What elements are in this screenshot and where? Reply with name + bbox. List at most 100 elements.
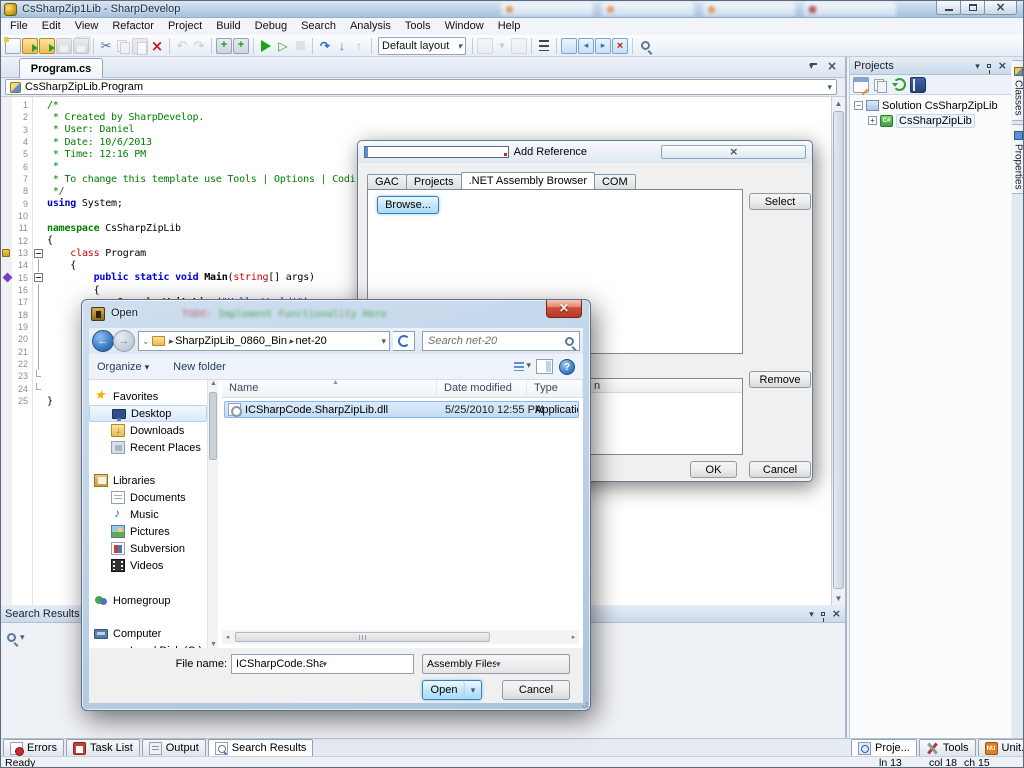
edit-form-icon[interactable] <box>853 77 869 93</box>
side-tab-classes[interactable]: Classes <box>1012 60 1024 121</box>
menu-help[interactable]: Help <box>491 18 528 35</box>
quick-find-icon[interactable] <box>637 38 653 54</box>
close-icon[interactable] <box>832 608 841 620</box>
file-name-combo[interactable]: ICSharpCode.SharpZipLib.dll <box>231 654 414 674</box>
class-browser-icon[interactable] <box>910 77 926 93</box>
remove-button[interactable]: Remove <box>749 371 811 388</box>
search-filter[interactable] <box>7 631 25 643</box>
ok-button[interactable]: OK <box>690 461 737 478</box>
open-with-icon[interactable] <box>39 38 55 54</box>
new-folder-button[interactable]: New folder <box>173 361 226 373</box>
sidebar-item-videos[interactable]: Videos <box>89 557 207 574</box>
pin-icon[interactable] <box>821 612 825 616</box>
sidebar-item-recent-places[interactable]: Recent Places <box>89 439 207 456</box>
menu-build[interactable]: Build <box>209 18 247 35</box>
bookmark-next-icon[interactable] <box>595 38 611 54</box>
help-icon[interactable] <box>559 359 575 375</box>
comment-region-icon[interactable] <box>477 38 493 54</box>
tab-gac[interactable]: GAC <box>367 174 407 189</box>
build-icon[interactable] <box>216 38 232 54</box>
pin-icon[interactable] <box>987 64 991 68</box>
sidebar-item-music[interactable]: Music <box>89 506 207 523</box>
scrollbar-thumb[interactable] <box>235 632 490 642</box>
close-button[interactable] <box>984 1 1017 15</box>
cut-icon[interactable] <box>98 38 114 54</box>
editor-vertical-scrollbar[interactable]: ▲ ▼ <box>831 97 845 605</box>
file-row[interactable]: ICSharpCode.SharpZipLib.dll 5/25/2010 12… <box>224 401 579 418</box>
step-into-icon[interactable] <box>334 38 350 54</box>
new-file-icon[interactable] <box>5 38 21 54</box>
sidebar-item-homegroup[interactable]: Homegroup <box>89 592 207 609</box>
show-all-files-icon[interactable] <box>872 77 888 93</box>
tab-tools[interactable]: Tools <box>919 739 976 756</box>
chevron-down-icon[interactable] <box>975 60 980 72</box>
close-icon[interactable] <box>998 60 1007 72</box>
document-list-icon[interactable] <box>809 62 819 72</box>
fold-marker-cell[interactable] <box>32 247 45 259</box>
menu-tools[interactable]: Tools <box>398 18 438 35</box>
copy-icon[interactable] <box>115 38 131 54</box>
tab-projects[interactable]: Projects <box>406 174 462 189</box>
chevron-down-icon[interactable] <box>381 335 386 347</box>
menu-window[interactable]: Window <box>438 18 491 35</box>
column-header-date-modified[interactable]: Date modified <box>437 380 527 397</box>
search-box[interactable]: Search net-20 <box>422 331 580 351</box>
change-view-icon[interactable] <box>513 359 530 374</box>
select-button[interactable]: Select <box>749 193 811 210</box>
close-icon[interactable] <box>827 61 837 73</box>
sidebar-item-pictures[interactable]: Pictures <box>89 523 207 540</box>
bookmark-icon[interactable] <box>561 38 577 54</box>
horizontal-scrollbar[interactable]: ◂ ▸ <box>222 630 579 644</box>
expand-icon[interactable] <box>868 116 877 125</box>
refresh-icon[interactable] <box>891 77 907 93</box>
menu-view[interactable]: View <box>68 18 106 35</box>
run-without-debugger-icon[interactable] <box>275 38 291 54</box>
cancel-button[interactable]: Cancel <box>749 461 811 478</box>
save-all-icon[interactable] <box>73 38 89 54</box>
open-button[interactable]: Open <box>422 680 466 700</box>
tab-output[interactable]: Output <box>142 739 206 756</box>
resize-grip[interactable] <box>581 701 589 709</box>
preview-pane-icon[interactable] <box>536 359 553 374</box>
sidebar-item-documents[interactable]: Documents <box>89 489 207 506</box>
breadcrumb-item[interactable]: SharpZipLib_0860_Bin <box>175 335 287 347</box>
tab-program-cs[interactable]: Program.cs <box>19 58 103 78</box>
class-combo[interactable]: CsSharpZipLib.Program <box>5 79 837 95</box>
tab-errors[interactable]: Errors <box>3 739 64 756</box>
sidebar-item-libraries[interactable]: Libraries <box>89 472 207 489</box>
back-button[interactable] <box>92 330 114 352</box>
organize-button[interactable]: Organize <box>97 361 149 373</box>
layout-combo[interactable]: Default layout <box>378 37 466 55</box>
forward-button[interactable] <box>113 330 135 352</box>
tab-com[interactable]: COM <box>594 174 636 189</box>
step-over-icon[interactable] <box>317 38 333 54</box>
paste-icon[interactable] <box>132 38 148 54</box>
scroll-left-icon[interactable]: ◂ <box>222 633 233 641</box>
stop-icon[interactable] <box>292 38 308 54</box>
scroll-down-icon[interactable]: ▼ <box>832 592 845 605</box>
tab-proje-[interactable]: Proje... <box>851 739 917 756</box>
sidebar-item-favorites[interactable]: Favorites <box>89 388 207 405</box>
scrollbar-thumb[interactable] <box>209 392 217 460</box>
side-tab-properties[interactable]: Properties <box>1012 124 1024 195</box>
scrollbar-thumb[interactable] <box>833 111 844 589</box>
tab-search-results[interactable]: Search Results <box>208 739 314 756</box>
bookmark-clear-icon[interactable] <box>612 38 628 54</box>
build-all-icon[interactable] <box>233 38 249 54</box>
menu-search[interactable]: Search <box>294 18 343 35</box>
run-icon[interactable] <box>258 38 274 54</box>
menu-analysis[interactable]: Analysis <box>343 18 398 35</box>
step-out-icon[interactable] <box>351 38 367 54</box>
open-dialog-title-bar[interactable]: Open TODO: Implement Functionality Here <box>82 300 590 328</box>
tree-row-project[interactable]: CsSharpZipLib <box>854 113 1011 128</box>
delete-icon[interactable] <box>149 38 165 54</box>
open-file-icon[interactable] <box>22 38 38 54</box>
minimize-button[interactable] <box>936 1 961 15</box>
title-bar[interactable]: CsSharpZip1Lib - SharpDevelop <box>1 1 1023 18</box>
save-icon[interactable] <box>56 38 72 54</box>
tree-row-solution[interactable]: Solution CsSharpZipLib <box>854 98 1011 113</box>
column-header-type[interactable]: Type <box>527 380 583 397</box>
menu-file[interactable]: File <box>3 18 35 35</box>
tab-task-list[interactable]: Task List <box>66 739 140 756</box>
uncomment-region-icon[interactable] <box>511 38 527 54</box>
